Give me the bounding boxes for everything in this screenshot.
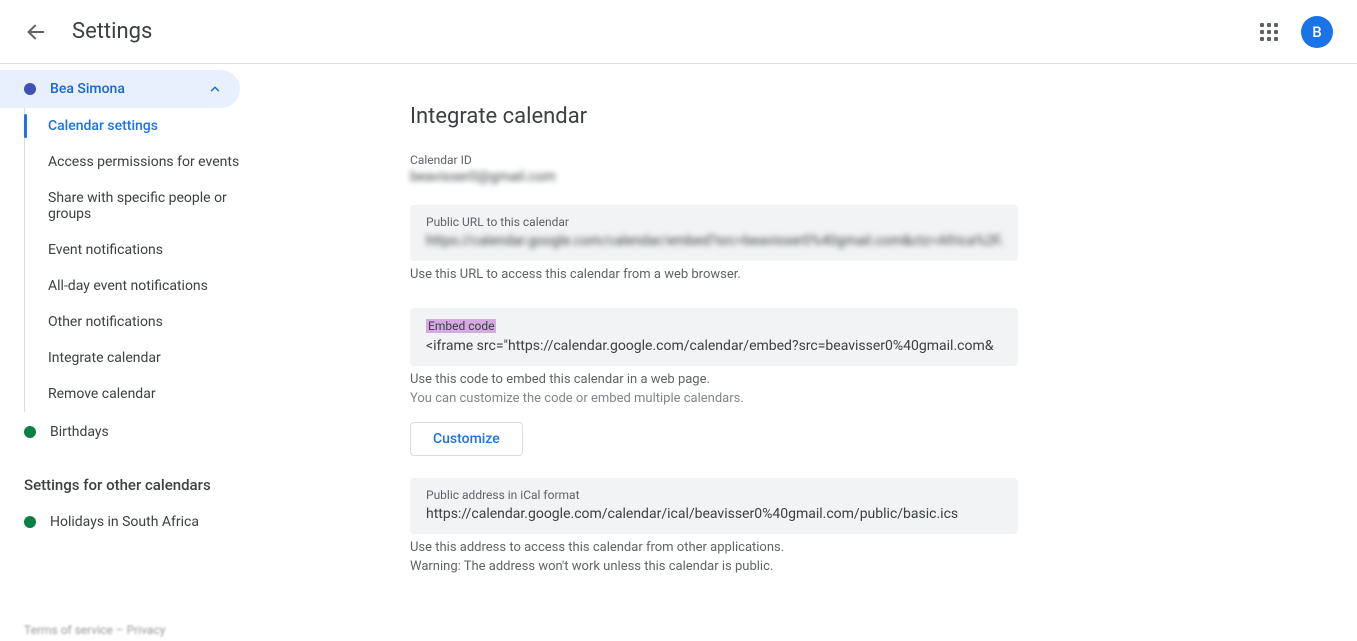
- content-area: Bea Simona Calendar settings Access perm…: [0, 64, 1357, 641]
- sidebar-item-label: Calendar settings: [48, 118, 158, 134]
- sidebar-item-label: Other notifications: [48, 314, 163, 330]
- account-avatar[interactable]: B: [1301, 16, 1333, 48]
- arrow-left-icon: [25, 21, 47, 43]
- sidebar-item-label: Share with specific people or groups: [48, 190, 227, 222]
- sidebar-item-remove-calendar[interactable]: Remove calendar: [24, 376, 260, 412]
- sidebar-footer: Terms of service – Privacy: [24, 623, 165, 637]
- terms-link[interactable]: Terms of service: [24, 623, 113, 637]
- public-url-box[interactable]: Public URL to this calendar https://cale…: [410, 205, 1018, 261]
- embed-code-value: <iframe src="https://calendar.google.com…: [426, 338, 1002, 354]
- sidebar-subnav: Calendar settings Access permissions for…: [0, 108, 260, 412]
- calendar-color-dot: [24, 83, 36, 95]
- sidebar-item-label: Event notifications: [48, 242, 163, 258]
- ical-help-2: Warning: The address won't work unless t…: [410, 559, 1357, 574]
- sidebar-item-event-notifications[interactable]: Event notifications: [24, 232, 260, 268]
- sidebar-calendar-birthdays[interactable]: Birthdays: [0, 412, 260, 452]
- sidebar-item-other-notifications[interactable]: Other notifications: [24, 304, 260, 340]
- public-url-label: Public URL to this calendar: [426, 215, 1002, 229]
- settings-sidebar: Bea Simona Calendar settings Access perm…: [0, 64, 260, 641]
- sidebar-item-integrate-calendar[interactable]: Integrate calendar: [24, 340, 260, 376]
- sidebar-item-calendar-settings[interactable]: Calendar settings: [24, 108, 260, 144]
- sidebar-section-other-calendars: Settings for other calendars: [0, 452, 260, 502]
- calendar-id-value: beavisser0@gmail.com: [410, 169, 1357, 185]
- privacy-link[interactable]: Privacy: [127, 623, 166, 637]
- back-button[interactable]: [16, 12, 56, 52]
- header-right: B: [1249, 12, 1341, 52]
- calendar-color-dot: [24, 516, 36, 528]
- sidebar-item-label: Integrate calendar: [48, 350, 161, 366]
- header-left: Settings: [16, 12, 152, 52]
- customize-button[interactable]: Customize: [410, 422, 523, 456]
- embed-code-label: Embed code: [426, 319, 496, 333]
- calendar-id-label: Calendar ID: [410, 153, 1357, 167]
- sidebar-item-label: Remove calendar: [48, 386, 156, 402]
- public-url-value: https://calendar.google.com/calendar/emb…: [426, 233, 1002, 249]
- sidebar-calendar-primary[interactable]: Bea Simona: [0, 70, 240, 108]
- section-title: Integrate calendar: [410, 104, 1357, 129]
- public-url-help: Use this URL to access this calendar fro…: [410, 267, 1357, 282]
- sidebar-item-share[interactable]: Share with specific people or groups: [24, 180, 260, 232]
- sidebar-item-label: Birthdays: [50, 424, 109, 440]
- google-apps-button[interactable]: [1249, 12, 1289, 52]
- sidebar-calendar-holidays[interactable]: Holidays in South Africa: [0, 502, 260, 542]
- apps-grid-icon: [1260, 23, 1278, 41]
- sidebar-calendar-primary-label: Bea Simona: [50, 81, 125, 97]
- ical-box[interactable]: Public address in iCal format https://ca…: [410, 478, 1018, 534]
- ical-help-1: Use this address to access this calendar…: [410, 540, 1357, 555]
- calendar-color-dot: [24, 426, 36, 438]
- ical-value: https://calendar.google.com/calendar/ica…: [426, 506, 1002, 522]
- header-bar: Settings B: [0, 0, 1357, 64]
- sidebar-item-access-permissions[interactable]: Access permissions for events: [24, 144, 260, 180]
- embed-code-box[interactable]: Embed code <iframe src="https://calendar…: [410, 308, 1018, 366]
- sidebar-item-label: Holidays in South Africa: [50, 514, 199, 530]
- sidebar-item-label: All-day event notifications: [48, 278, 208, 294]
- embed-help-1: Use this code to embed this calendar in …: [410, 372, 1357, 387]
- embed-help-2: You can customize the code or embed mult…: [410, 391, 1357, 406]
- sidebar-item-label: Access permissions for events: [48, 154, 239, 170]
- page-title: Settings: [72, 19, 152, 44]
- sidebar-item-allday-notifications[interactable]: All-day event notifications: [24, 268, 260, 304]
- main-panel: Integrate calendar Calendar ID beavisser…: [260, 64, 1357, 641]
- chevron-up-icon: [206, 80, 224, 98]
- ical-label: Public address in iCal format: [426, 488, 1002, 502]
